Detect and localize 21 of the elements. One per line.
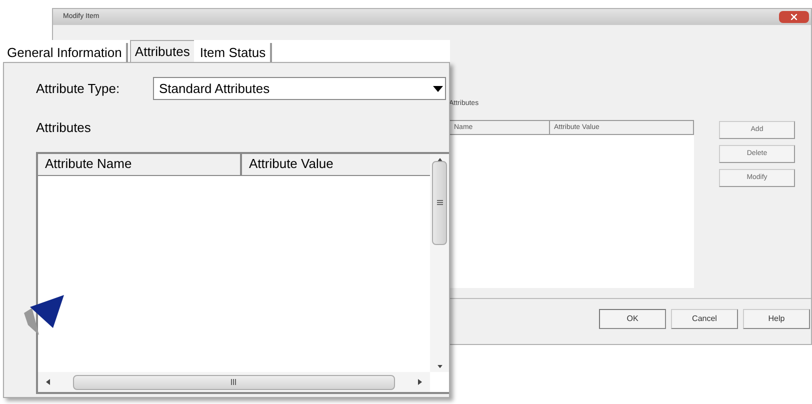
footer-button[interactable]: Help: [743, 308, 810, 328]
footer-button[interactable]: Cancel: [671, 308, 738, 328]
horizontal-scrollbar[interactable]: [38, 372, 430, 392]
scroll-down-icon: [436, 364, 442, 368]
column-header: Attribute Value: [248, 154, 334, 172]
field-label: Attribute Type:: [36, 80, 121, 98]
scrollbar-thumb[interactable]: [432, 160, 447, 245]
attribute-type-dropdown[interactable]: Standard Attributes: [153, 77, 446, 100]
grip-icon: [436, 200, 442, 206]
close-button[interactable]: [779, 11, 809, 23]
tab[interactable]: Attributes: [130, 40, 194, 62]
scroll-left-icon: [46, 379, 50, 385]
scrollbar-thumb[interactable]: [73, 374, 395, 390]
scroll-right-icon: [418, 379, 422, 385]
column-header: Attribute Name: [38, 154, 242, 174]
grip-icon: [231, 379, 237, 385]
vertical-scrollbar[interactable]: [430, 154, 449, 372]
section-label: Attributes: [36, 119, 92, 137]
footer-button[interactable]: OK: [599, 308, 666, 328]
dropdown-arrow-icon: [433, 86, 443, 92]
close-icon: [791, 14, 797, 20]
